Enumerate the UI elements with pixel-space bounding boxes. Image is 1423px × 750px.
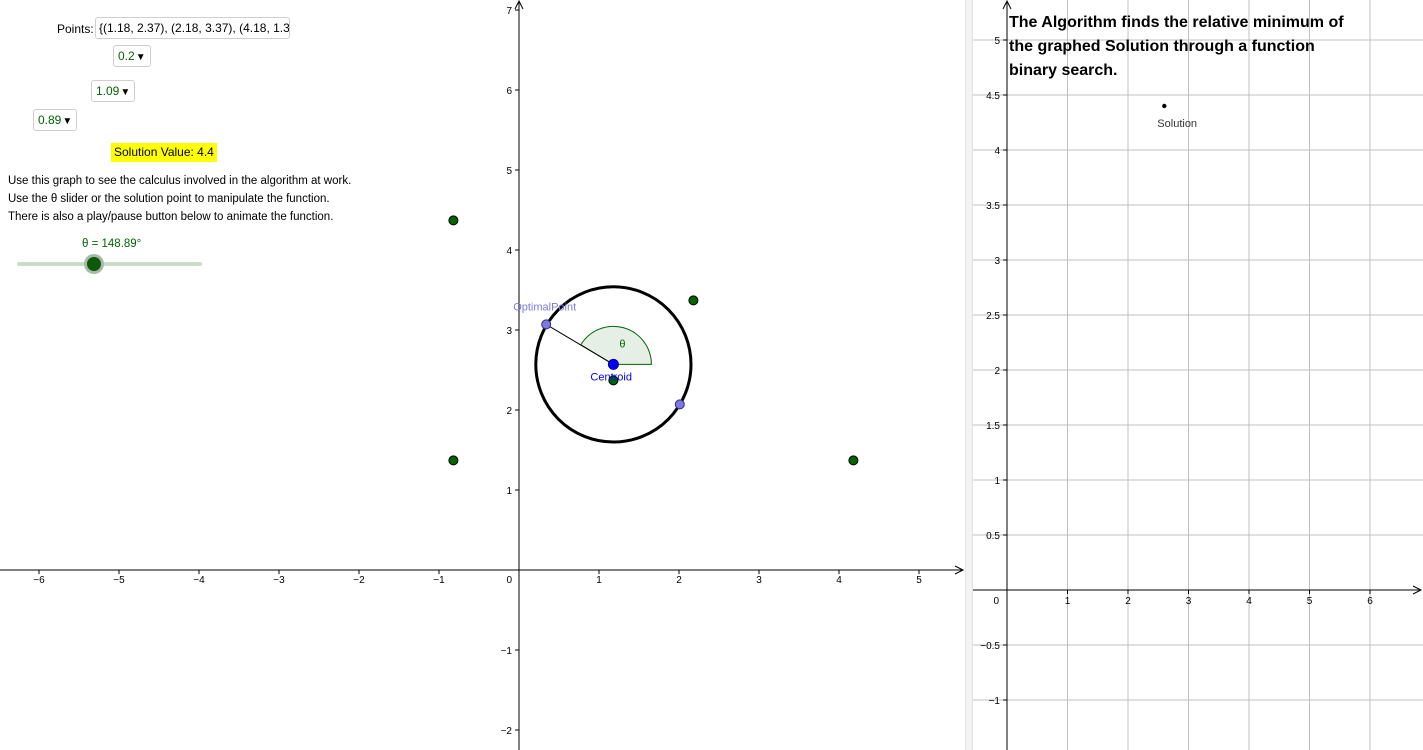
- y-tick-label: −1: [501, 646, 513, 657]
- x-tick-label: −4: [193, 575, 205, 586]
- info-line-1: Use this graph to see the calculus invol…: [8, 175, 352, 187]
- grid: [973, 0, 1423, 750]
- axis-ticks: 1 2 3 4 5 6 −1 −0.5 0.5 1 1.5 2 2.5 3 3.5 4 4.5 5 0: [980, 36, 1373, 707]
- y-tick-label: 5: [506, 166, 512, 177]
- y-tick-label: −2: [501, 726, 513, 737]
- theta-slider-handle[interactable]: [87, 257, 101, 271]
- x-tick-label: 2: [676, 575, 682, 586]
- x-tick-label: −3: [273, 575, 285, 586]
- caret-down-icon: ▼: [120, 87, 131, 98]
- theta-slider-track[interactable]: [17, 262, 202, 266]
- y-tick-label: 1: [994, 476, 1000, 487]
- x-tick-label: 1: [1065, 596, 1071, 607]
- dropdown-list-1[interactable]: 0.2▼: [113, 45, 151, 67]
- theta-angle[interactable]: [580, 325, 652, 365]
- x-tick-label: −1: [433, 575, 445, 586]
- axis-ticks: −6 −5 −4 −3 −2 −1 1 2 3 4 5 −2 −1 1 2 3 4 5 6 7 0: [33, 6, 922, 737]
- axes: [0, 0, 965, 750]
- x-tick-label: 5: [916, 575, 922, 586]
- algorithm-note: The Algorithm finds the relative minimum…: [1009, 14, 1344, 79]
- optimal-point[interactable]: [541, 319, 552, 330]
- data-point[interactable]: [848, 455, 859, 466]
- data-point[interactable]: [688, 295, 699, 306]
- y-tick-label: 3: [506, 326, 512, 337]
- y-tick-label: 2.5: [986, 311, 1000, 322]
- centroid-point[interactable]: [607, 358, 619, 370]
- origin-label: 0: [993, 596, 999, 607]
- theta-slider-label: θ = 148.89°: [82, 238, 142, 250]
- dropdown-list-2[interactable]: 1.09▼: [91, 80, 136, 102]
- dropdown-value: 0.2: [118, 49, 135, 63]
- x-tick-label: −5: [113, 575, 125, 586]
- centroid-label: Centroid: [590, 371, 632, 383]
- y-tick-label: 5: [994, 36, 1000, 47]
- y-tick-label: 3: [994, 256, 1000, 267]
- x-tick-label: −2: [353, 575, 365, 586]
- dropdown-list-3[interactable]: 0.89▼: [33, 109, 78, 131]
- y-tick-label: 4: [994, 146, 1000, 157]
- solution-point[interactable]: [1162, 103, 1167, 109]
- dropdown-value: 1.09: [96, 84, 120, 98]
- y-tick-label: 4.5: [986, 91, 1000, 102]
- y-tick-label: 7: [506, 6, 512, 17]
- graphics-view-2[interactable]: 1 2 3 4 5 6 −1 −0.5 0.5 1 1.5 2 2.5 3 3.5 4 4.5 5 0 Soluti…: [973, 0, 1423, 750]
- solution-point-label: Solution: [1157, 118, 1197, 130]
- graphics-view-1[interactable]: −6 −5 −4 −3 −2 −1 1 2 3 4 5 −2 −1 1 2 3 4 5 6 7 0 θ OptimalPo…: [0, 0, 965, 750]
- x-tick-label: 3: [1186, 596, 1192, 607]
- x-tick-label: 5: [1307, 596, 1313, 607]
- y-tick-label: 1.5: [986, 421, 1000, 432]
- y-tick-label: −0.5: [980, 641, 1000, 652]
- view-divider[interactable]: [965, 0, 973, 750]
- caret-down-icon: ▼: [62, 116, 73, 127]
- y-tick-label: 6: [506, 86, 512, 97]
- dropdown-value: 0.89: [38, 113, 62, 127]
- x-tick-label: −6: [33, 575, 45, 586]
- circle-point[interactable]: [674, 399, 685, 410]
- optimal-point-label: OptimalPoint: [513, 301, 576, 313]
- caret-down-icon: ▼: [135, 52, 146, 63]
- info-line-2: Use the θ slider or the solution point t…: [8, 193, 330, 205]
- x-tick-label: 3: [756, 575, 762, 586]
- x-tick-label: 6: [1367, 596, 1373, 607]
- graph2-objects[interactable]: Solution: [1157, 103, 1197, 130]
- x-tick-label: 1: [596, 575, 602, 586]
- data-point[interactable]: [448, 215, 459, 226]
- points-input[interactable]: {(1.18, 2.37), (2.18, 3.37), (4.18, 1.3: [95, 17, 290, 39]
- y-tick-label: 2: [994, 366, 1000, 377]
- points-label: Points:: [57, 22, 94, 36]
- x-tick-label: 4: [836, 575, 842, 586]
- solution-value-label: Solution Value: 4.4: [111, 143, 217, 162]
- theta-angle-label: θ: [619, 338, 625, 350]
- info-line-3: There is also a play/pause button below …: [8, 211, 334, 223]
- y-tick-label: −1: [989, 696, 1001, 707]
- origin-label: 0: [506, 575, 512, 586]
- y-tick-label: 2: [506, 406, 512, 417]
- axes: [973, 0, 1423, 750]
- data-point[interactable]: [448, 455, 459, 466]
- x-tick-label: 2: [1125, 596, 1131, 607]
- y-tick-label: 4: [506, 246, 512, 257]
- y-tick-label: 1: [506, 486, 512, 497]
- y-tick-label: 3.5: [986, 201, 1000, 212]
- x-tick-label: 4: [1246, 596, 1252, 607]
- y-tick-label: 0.5: [986, 531, 1000, 542]
